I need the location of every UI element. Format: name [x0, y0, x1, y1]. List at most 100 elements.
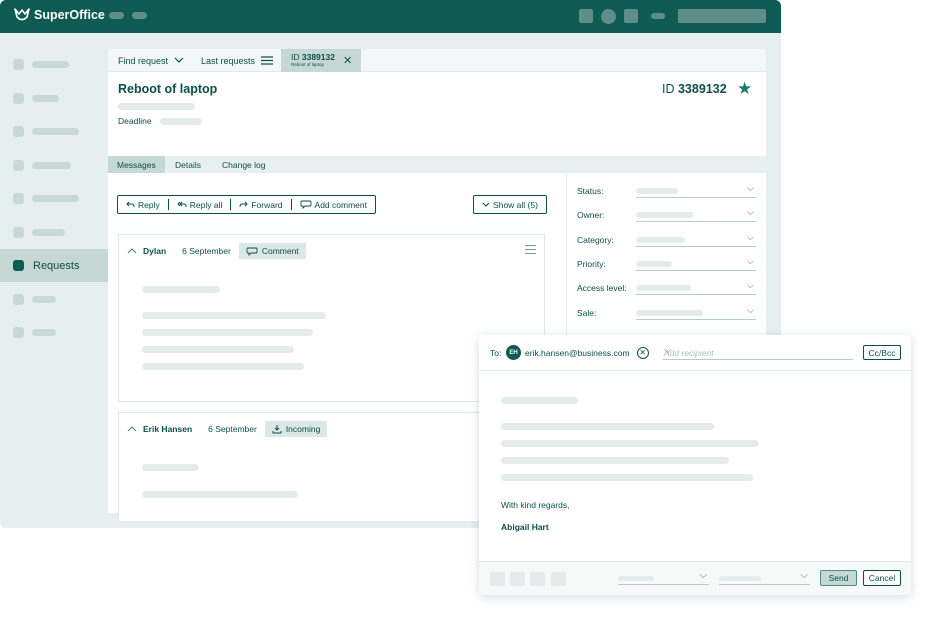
chevron-down-icon: ⌵ — [699, 570, 707, 581]
format-icon[interactable] — [510, 572, 525, 586]
sidebar-item-label: Requests — [33, 259, 80, 272]
format-icon[interactable] — [490, 572, 505, 586]
request-id: ID 3389132 — [662, 82, 727, 96]
category-label: Category: — [577, 235, 614, 245]
body-line — [501, 474, 753, 481]
download-icon — [272, 425, 282, 434]
show-all-button[interactable]: Show all (5) — [473, 195, 547, 214]
add-comment-button[interactable]: Add comment — [292, 199, 375, 210]
message-author: Dylan — [143, 246, 167, 256]
nav-label-placeholder — [32, 162, 71, 169]
chevron-down-icon: ⌵ — [747, 232, 754, 242]
reply-button[interactable]: Reply — [118, 199, 169, 210]
cancel-button[interactable]: Cancel — [863, 570, 901, 586]
sidebar-item[interactable] — [0, 182, 108, 215]
message-line — [142, 346, 294, 353]
last-requests-label: Last requests — [201, 55, 256, 66]
tab-title: ID 3389132 — [291, 52, 335, 62]
nav-icon — [13, 93, 24, 104]
comment-icon — [246, 247, 258, 256]
status-label: Status: — [577, 186, 604, 196]
request-tabbar: Find request Last requests ID 3389132 Re… — [108, 49, 766, 72]
body-line — [501, 440, 759, 447]
chevron-down-icon — [482, 202, 490, 207]
cc-bcc-button[interactable]: Cc/Bcc — [863, 345, 901, 360]
message-date: 6 September — [182, 246, 231, 256]
star-icon[interactable]: ★ — [737, 79, 752, 99]
owner-select[interactable]: ⌵ — [636, 207, 756, 222]
sale-select[interactable]: ⌵ — [636, 305, 756, 320]
owner-label: Owner: — [577, 210, 605, 220]
forward-label: Forward — [251, 199, 283, 210]
request-id-prefix: ID — [662, 82, 675, 96]
chevron-up-icon[interactable] — [127, 248, 137, 254]
message-author: Erik Hansen — [143, 424, 193, 434]
access-level-field[interactable]: Access level: ⌵ — [577, 280, 757, 296]
tab-change-log[interactable]: Change log — [222, 156, 265, 173]
sidebar-item[interactable] — [0, 283, 108, 316]
reply-icon — [126, 201, 135, 207]
tab-details[interactable]: Details — [175, 156, 201, 173]
message-menu-icon[interactable] — [525, 245, 536, 257]
tab-active-request[interactable]: ID 3389132 Reboot of laptop ✕ — [281, 49, 361, 72]
footer-select[interactable]: ⌵ — [618, 570, 709, 585]
properties-panel: Status: ⌵ Owner: ⌵ Category: ⌵ Priority: ⌵ A… — [566, 173, 766, 339]
superoffice-logo[interactable]: SuperOffice — [14, 8, 105, 22]
forward-button[interactable]: Forward — [231, 199, 292, 210]
last-requests-menu[interactable]: Last requests — [201, 49, 274, 72]
category-select[interactable]: ⌵ — [636, 232, 756, 247]
request-id-value: 3389132 — [677, 82, 727, 96]
message-line — [142, 286, 220, 293]
toolbar-icon[interactable] — [651, 13, 665, 19]
message-line — [142, 464, 199, 471]
message-line — [142, 329, 313, 336]
sidebar-item[interactable] — [0, 316, 108, 349]
access-level-select[interactable]: ⌵ — [636, 280, 756, 295]
send-button[interactable]: Send — [820, 570, 857, 586]
chevron-down-icon — [174, 57, 184, 63]
tab-messages[interactable]: Messages — [108, 156, 165, 173]
top-nav-item[interactable] — [109, 12, 124, 19]
top-nav-item[interactable] — [132, 12, 147, 19]
priority-field[interactable]: Priority: ⌵ — [577, 256, 757, 272]
sale-label: Sale: — [577, 308, 597, 318]
close-icon[interactable]: ✕ — [343, 54, 352, 67]
message-line — [142, 491, 298, 498]
toolbar-icon[interactable] — [624, 9, 638, 23]
app-name: SuperOffice — [34, 8, 105, 22]
priority-select[interactable]: ⌵ — [636, 256, 756, 271]
text-placeholder — [118, 103, 195, 110]
toolbar-icon[interactable] — [579, 9, 593, 23]
sidebar-item[interactable] — [0, 149, 108, 182]
format-icon[interactable] — [530, 572, 545, 586]
find-request-menu[interactable]: Find request — [118, 49, 184, 72]
remove-recipient-icon[interactable]: ✕ — [636, 346, 649, 359]
badge-label: Comment — [261, 246, 299, 256]
nav-label-placeholder — [32, 229, 65, 236]
sidebar-item[interactable] — [0, 216, 108, 249]
sidebar-item[interactable] — [0, 48, 108, 81]
add-recipient-input[interactable]: Add recipient ⌵ — [663, 344, 853, 360]
nav-label-placeholder — [32, 128, 79, 135]
signature-name: Abigail Hart — [501, 522, 549, 532]
recipient-chip[interactable]: EH erik.hansen@business.com ✕ — [506, 345, 649, 360]
message-line — [142, 312, 326, 319]
sidebar-item[interactable] — [0, 115, 108, 148]
format-icon[interactable] — [551, 572, 566, 586]
status-field[interactable]: Status: ⌵ — [577, 183, 757, 199]
message-date: 6 September — [208, 424, 257, 434]
owner-field[interactable]: Owner: ⌵ — [577, 207, 757, 223]
body-line — [501, 397, 578, 404]
chevron-up-icon[interactable] — [127, 426, 137, 432]
sidebar-item[interactable] — [0, 82, 108, 115]
status-select[interactable]: ⌵ — [636, 183, 756, 198]
reply-all-button[interactable]: Reply all — [169, 199, 232, 210]
sale-field[interactable]: Sale: ⌵ — [577, 305, 757, 321]
search-input[interactable] — [678, 9, 766, 23]
sidebar-item-requests[interactable]: Requests — [0, 249, 108, 282]
toolbar-icon[interactable] — [601, 9, 616, 24]
chevron-down-icon: ⌵ — [747, 183, 754, 193]
category-field[interactable]: Category: ⌵ — [577, 232, 757, 248]
footer-select[interactable]: ⌵ — [719, 570, 810, 585]
nav-icon — [13, 193, 24, 204]
